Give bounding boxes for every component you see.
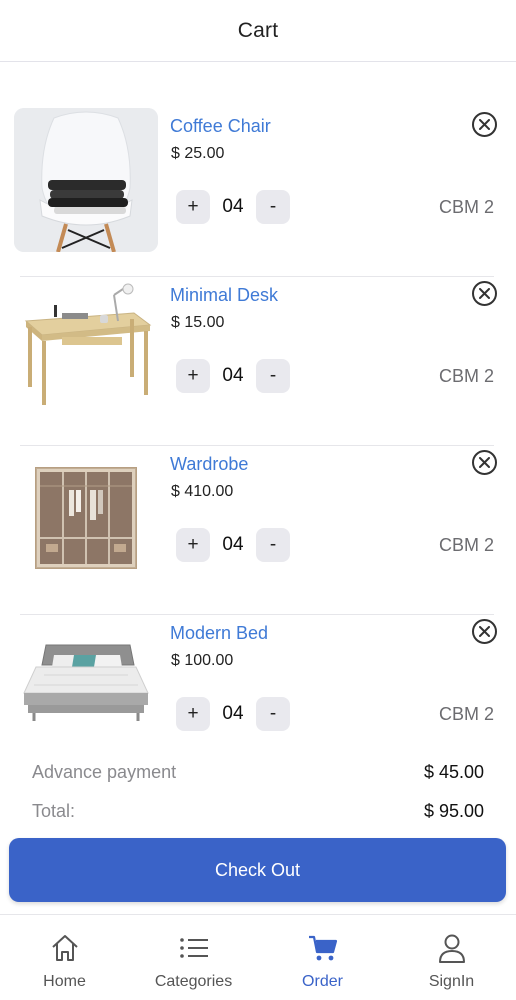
advance-payment-label: Advance payment — [32, 762, 177, 782]
cart-item: Coffee Chair $ 25.00 + 04 - CBM 2 — [0, 108, 516, 277]
product-image-bed[interactable] — [14, 615, 158, 759]
increase-quantity-button[interactable]: + — [176, 528, 210, 562]
quantity-stepper: + 04 - — [176, 359, 290, 393]
product-name[interactable]: Minimal Desk — [170, 285, 278, 306]
cart-item: Modern Bed $ 100.00 + 04 - CBM 2 — [0, 615, 516, 784]
cbm-label: CBM 2 — [438, 197, 494, 217]
product-image-chair[interactable] — [14, 108, 158, 252]
increase-quantity-button[interactable]: + — [176, 359, 210, 393]
tab-signin[interactable]: SignIn — [387, 915, 516, 1000]
product-price: $ 15.00 — [171, 314, 225, 331]
product-name[interactable]: Modern Bed — [170, 623, 268, 644]
check-out-button[interactable]: Check Out — [9, 838, 506, 902]
tab-categories[interactable]: Categories — [129, 915, 258, 1000]
remove-item-button[interactable] — [472, 112, 497, 137]
total-value: $ 95.00 — [423, 801, 484, 821]
tab-home[interactable]: Home — [0, 915, 129, 1000]
decrease-quantity-button[interactable]: - — [256, 528, 290, 562]
app-header: Cart — [0, 0, 516, 62]
cbm-label: CBM 2 — [438, 535, 494, 555]
remove-item-button[interactable] — [472, 281, 497, 306]
quantity-stepper: + 04 - — [176, 528, 290, 562]
close-icon — [479, 119, 490, 130]
quantity-value: 04 — [222, 703, 244, 724]
quantity-value: 04 — [222, 365, 244, 386]
close-icon — [479, 626, 490, 637]
decrease-quantity-button[interactable]: - — [256, 697, 290, 731]
product-name[interactable]: Coffee Chair — [170, 116, 271, 137]
increase-quantity-button[interactable]: + — [176, 697, 210, 731]
product-image-wardrobe[interactable] — [14, 446, 158, 590]
product-price: $ 410.00 — [171, 483, 234, 500]
tab-order[interactable]: Order — [258, 915, 387, 1000]
user-icon — [435, 931, 469, 965]
close-icon — [479, 457, 490, 468]
product-price: $ 25.00 — [171, 145, 225, 162]
list-icon — [177, 931, 211, 965]
decrease-quantity-button[interactable]: - — [256, 190, 290, 224]
total-label: Total: — [32, 801, 76, 821]
close-icon — [479, 288, 490, 299]
tab-label: Order — [302, 973, 343, 990]
product-image-desk[interactable] — [14, 277, 158, 421]
cart-item: Minimal Desk $ 15.00 + 04 - CBM 2 — [0, 277, 516, 446]
quantity-value: 04 — [222, 196, 244, 217]
cbm-label: CBM 2 — [438, 704, 494, 724]
remove-item-button[interactable] — [472, 450, 497, 475]
increase-quantity-button[interactable]: + — [176, 190, 210, 224]
quantity-stepper: + 04 - — [176, 697, 290, 731]
tab-label: Home — [43, 973, 86, 990]
bottom-tab-bar: Home Categories Order SignIn — [0, 914, 516, 1000]
advance-payment-row: Advance payment $ 45.00 — [32, 762, 484, 783]
tab-label: Categories — [154, 973, 233, 990]
cart-item: Wardrobe $ 410.00 + 04 - CBM 2 — [0, 446, 516, 615]
quantity-value: 04 — [222, 534, 244, 555]
remove-item-button[interactable] — [472, 619, 497, 644]
total-row: Total: $ 95.00 — [32, 801, 484, 822]
product-price: $ 100.00 — [171, 652, 234, 669]
quantity-stepper: + 04 - — [176, 190, 290, 224]
advance-payment-value: $ 45.00 — [423, 762, 484, 782]
page-title: Cart — [237, 18, 279, 42]
decrease-quantity-button[interactable]: - — [256, 359, 290, 393]
product-name[interactable]: Wardrobe — [170, 454, 248, 475]
home-icon — [48, 931, 82, 965]
cart-icon — [306, 931, 340, 965]
tab-label: SignIn — [428, 973, 475, 990]
cbm-label: CBM 2 — [438, 366, 494, 386]
